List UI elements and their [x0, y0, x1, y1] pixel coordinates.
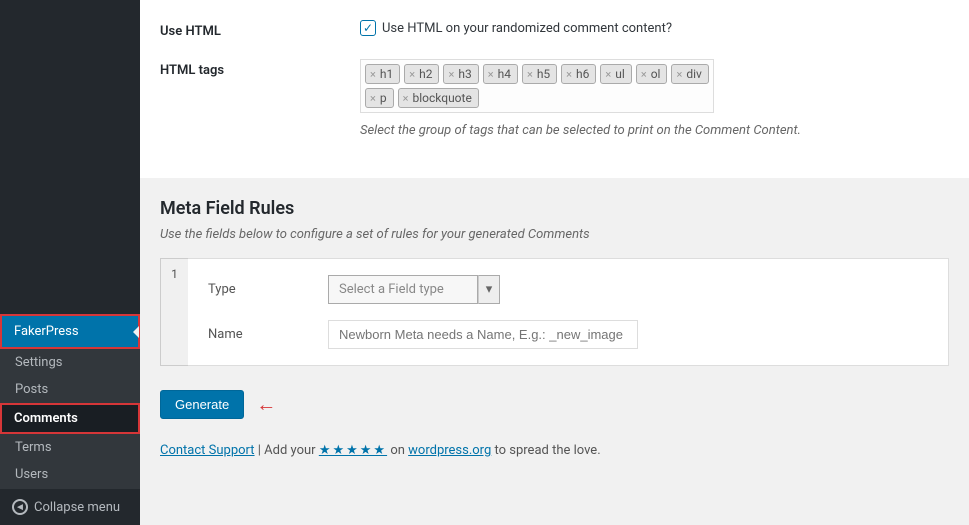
remove-icon[interactable]: ×: [566, 68, 572, 81]
remove-icon[interactable]: ×: [641, 68, 647, 81]
html-tags-box[interactable]: ×h1 ×h2 ×h3 ×h4 ×h5 ×h6 ×ul ×ol ×div ×p …: [360, 59, 714, 113]
html-tags-row: HTML tags × h1 × h2 × h3 × h4 × h5 × h6 × ul × o…: [160, 59, 949, 138]
meta-heading: Meta Field Rules: [160, 198, 949, 219]
remove-icon[interactable]: ×: [403, 92, 409, 105]
rating-stars-link[interactable]: ★★★★★: [319, 443, 387, 458]
meta-section: Meta Field Rules Use the fields below to…: [140, 178, 969, 366]
sidebar-label: Terms: [15, 440, 52, 455]
use-html-label: Use HTML: [160, 20, 360, 39]
collapse-icon: ◄: [12, 499, 28, 515]
tag-label: h6: [576, 67, 589, 81]
chevron-down-icon[interactable]: ▾: [478, 275, 500, 304]
tag-label: h1: [380, 67, 393, 81]
generate-area: Generate ←: [140, 366, 969, 443]
tag-label: h2: [419, 67, 432, 81]
use-html-checkbox[interactable]: ✓: [360, 20, 376, 36]
tag-label: div: [686, 67, 702, 81]
sidebar-label: Comments: [14, 411, 78, 426]
html-tags-label: HTML tags: [160, 59, 360, 138]
footer-text: | Add your: [255, 443, 319, 458]
footer-text: on: [387, 443, 408, 458]
tag-chip-ul[interactable]: × ul: [600, 64, 631, 84]
footer: Contact Support | Add your ★★★★★ on word…: [140, 443, 969, 478]
tag-label: h3: [458, 67, 471, 81]
tag-chip-ol[interactable]: × ol: [636, 64, 668, 84]
collapse-label: Collapse menu: [34, 500, 120, 515]
tag-label: blockquote: [413, 91, 472, 105]
tag-chip-h4[interactable]: × h4: [483, 64, 518, 84]
tag-chip-h5[interactable]: × h5: [522, 64, 557, 84]
meta-type-label: Type: [208, 282, 328, 297]
tag-chip-h3[interactable]: × h3: [443, 64, 478, 84]
remove-icon[interactable]: ×: [527, 68, 533, 81]
arrow-annotation-icon: ←: [256, 392, 276, 417]
collapse-menu[interactable]: ◄ Collapse menu: [0, 488, 140, 525]
sidebar-item-fakerpress[interactable]: FakerPress: [0, 314, 140, 349]
html-tags-help: Select the group of tags that can be sel…: [360, 123, 949, 138]
remove-icon[interactable]: ×: [488, 68, 494, 81]
meta-name-label: Name: [208, 327, 328, 342]
tag-label: ul: [615, 67, 625, 81]
tag-chip-h1[interactable]: × h1: [365, 64, 400, 84]
remove-icon[interactable]: ×: [605, 68, 611, 81]
meta-rule-index: 1: [160, 258, 188, 366]
sidebar-submenu: Settings Posts Comments Terms Users: [0, 349, 140, 488]
tag-label: p: [380, 91, 387, 105]
sidebar-label: Posts: [15, 382, 48, 397]
remove-icon[interactable]: ×: [409, 68, 415, 81]
admin-sidebar: FakerPress Settings Posts Comments Terms…: [0, 0, 140, 525]
use-html-row: Use HTML ✓ Use HTML on your randomized c…: [160, 20, 949, 39]
tag-chip-h6[interactable]: × h6: [561, 64, 596, 84]
sidebar-item-terms[interactable]: Terms: [0, 434, 140, 461]
remove-icon[interactable]: ×: [676, 68, 682, 81]
tag-label: h5: [537, 67, 550, 81]
contact-support-link[interactable]: Contact Support: [160, 443, 255, 458]
main-content: Use HTML ✓ Use HTML on your randomized c…: [140, 0, 969, 525]
remove-icon[interactable]: ×: [370, 68, 376, 81]
use-html-text: Use HTML on your randomized comment cont…: [382, 21, 672, 36]
sidebar-label: Settings: [15, 355, 62, 370]
tag-chip-div[interactable]: × div: [671, 64, 708, 84]
remove-icon[interactable]: ×: [448, 68, 454, 81]
generate-button[interactable]: Generate: [160, 390, 244, 419]
tag-label: ol: [651, 67, 661, 81]
sidebar-item-posts[interactable]: Posts: [0, 376, 140, 403]
tag-chip-h2[interactable]: × h2: [404, 64, 439, 84]
select-display: Select a Field type: [328, 275, 478, 304]
sidebar-item-settings[interactable]: Settings: [0, 349, 140, 376]
meta-desc: Use the fields below to configure a set …: [160, 227, 949, 242]
tag-label: h4: [498, 67, 511, 81]
meta-rule-box: 1 Type Select a Field type ▾ Name: [160, 258, 949, 366]
tag-chip-p[interactable]: ×p: [365, 88, 394, 108]
sidebar-label: Users: [15, 467, 48, 482]
sidebar-item-comments[interactable]: Comments: [0, 403, 140, 434]
tag-chip-blockquote[interactable]: × blockquote: [398, 88, 479, 108]
wordpress-org-link[interactable]: wordpress.org: [408, 443, 491, 458]
meta-type-select[interactable]: Select a Field type ▾: [328, 275, 500, 304]
meta-name-row: Name: [208, 320, 928, 349]
sidebar-label: FakerPress: [14, 324, 79, 339]
meta-name-input[interactable]: [328, 320, 638, 349]
form-section: Use HTML ✓ Use HTML on your randomized c…: [140, 0, 969, 178]
footer-text: to spread the love.: [491, 443, 600, 458]
sidebar-item-users[interactable]: Users: [0, 461, 140, 488]
meta-type-row: Type Select a Field type ▾: [208, 275, 928, 304]
remove-icon[interactable]: ×: [370, 92, 376, 105]
